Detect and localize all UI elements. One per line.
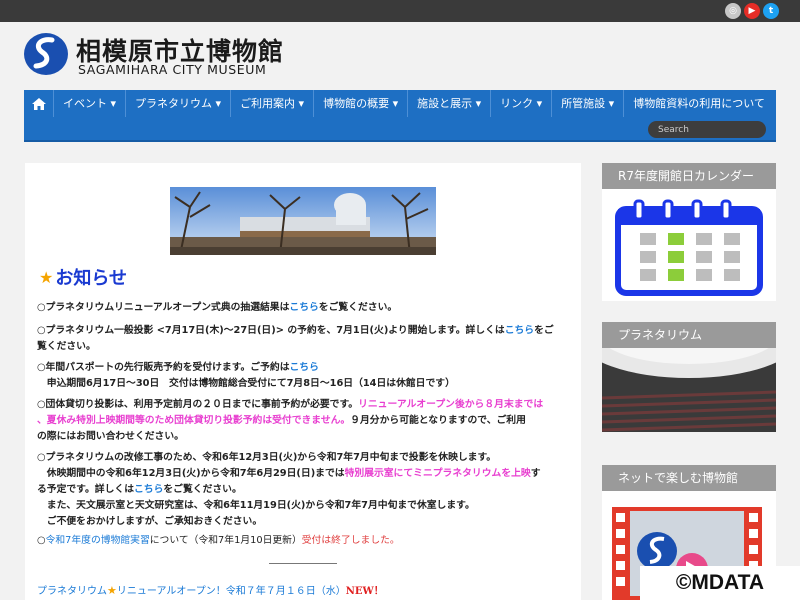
new-badge: NEW！ (345, 586, 384, 597)
news-item-reservation: ○プラネタリウム一般投影 <7月17日(木)～27日(日)> の予約を、7月1日… (37, 323, 554, 339)
news-link[interactable]: こちら (290, 362, 319, 373)
news-item-astronomy-closure: また、天文展示室と天文研究室は、令和6年11月19日(火)から令和7年7月中旬ま… (37, 500, 475, 511)
nav-item-overview[interactable]: 博物館の概要 ▾ (314, 90, 409, 117)
news-item-group-end: の際にはお問い合わせください。 (37, 431, 184, 442)
star-icon: ★ (107, 584, 117, 597)
section-title-news: ★ お知らせ (39, 264, 127, 290)
main-nav: イベント ▾ プラネタリウム ▾ ご利用案内 ▾ 博物館の概要 ▾ 施設と展示 … (24, 90, 776, 142)
news-highlight: 、夏休み特別上映期間等のため (37, 415, 175, 426)
museum-logo-icon[interactable] (22, 32, 70, 76)
search-input[interactable] (648, 121, 766, 138)
nav-item-facilities[interactable]: 施設と展示 ▾ (408, 90, 492, 117)
news-item-ceremony: ○プラネタリウムリニューアルオープン式典の抽選結果はこちらをご覧ください。 (37, 300, 397, 316)
widget-title-calendar[interactable]: R7年度開館日カレンダー (602, 163, 776, 189)
site-title-en[interactable]: SAGAMIHARA CITY MUSEUM (78, 62, 266, 77)
news-item-internship: ○令和7年度の博物館実習について（令和7年1月10日更新）受付は終了しました。 (37, 533, 400, 549)
news-text: ９月分から可能となりますので、ご利用 (350, 415, 526, 426)
star-icon: ★ (39, 267, 54, 287)
news-item-renovation-link: る予定です。詳しくはこちらをご覧ください。 (37, 482, 242, 498)
news-item-reservation-cont: 覧ください。 (37, 341, 96, 352)
nav-item-events[interactable]: イベント ▾ (54, 90, 127, 117)
news-highlight: リニューアルオープン後から８月末までは (358, 399, 544, 410)
youtube-icon[interactable]: ▶ (744, 3, 760, 19)
section-title-text: お知らせ (55, 268, 127, 289)
news-text: ○ (37, 535, 46, 546)
news-text: をご (534, 325, 554, 336)
news-text: をご覧ください。 (163, 484, 242, 495)
home-icon[interactable] (24, 90, 54, 117)
news-item-renovation-mini: 休映期間中の令和6年12月3日(火)から令和7年6月29日(日)までは特別展示室… (37, 466, 541, 482)
widget-title-online[interactable]: ネットで楽しむ博物館 (602, 465, 776, 491)
twitter-icon[interactable]: t (763, 3, 779, 19)
widget-planetarium[interactable]: プラネタリウム (579, 298, 799, 432)
news-text: す (530, 468, 541, 479)
news-item-renovation: ○プラネタリウムの改修工事のため、令和6年12月3日(火)から令和7年7月中旬ま… (37, 452, 497, 463)
divider (269, 563, 337, 564)
news-item-group-cont: 、夏休み特別上映期間等のため団体貸切り投影予約は受付できません。９月分から可能と… (37, 413, 526, 429)
news-text: ○プラネタリウム一般投影 <7月17日(木)～27日(日)> の予約を、7月1日… (37, 325, 505, 336)
news-highlight: 団体貸切り投影予約は受付できません。 (174, 415, 351, 426)
news-planetarium-reopen[interactable]: プラネタリウム★リニューアルオープン！令和７年７月１６日（水）NEW！ (37, 582, 384, 597)
widget-title-planetarium[interactable]: プラネタリウム (602, 322, 776, 348)
main-content: ★ お知らせ ○プラネタリウムリニューアルオープン式典の抽選結果はこちらをご覧く… (25, 163, 581, 600)
news-item-apology: ご不便をおかけしますが、ご承知おきください。 (37, 516, 263, 527)
widget-calendar[interactable]: R7年度開館日カレンダー (602, 163, 776, 301)
top-bar: ◎ ▶ t (0, 0, 800, 22)
news-text: ○年間パスポートの先行販売予約を受付けます。ご予約は (37, 362, 290, 373)
nav-item-links[interactable]: リンク ▾ (491, 90, 553, 117)
news-item-passport-period: 申込期間6月17日～30日 交付は博物館総合受付にて7月8日～16日（14日は休… (37, 378, 455, 389)
nav-item-affiliated[interactable]: 所管施設 ▾ (552, 90, 625, 117)
news-link[interactable]: 令和7年度の博物館実習 (46, 535, 150, 546)
news-item-group: ○団体貸切り投影は、利用予定前月の２０日までに事前予約が必要です。リニューアルオ… (37, 397, 543, 413)
news-highlight: 特別展示室にてミニプラネタリウムを上映 (344, 468, 531, 479)
watermark-text: ©MDATA (640, 566, 800, 600)
news-link[interactable]: こちら (134, 484, 163, 495)
nav-item-materials[interactable]: 博物館資料の利用について (624, 90, 774, 117)
calendar-icon[interactable] (602, 189, 776, 301)
widget-body (579, 298, 799, 432)
news-item-passport: ○年間パスポートの先行販売予約を受付けます。ご予約はこちら (37, 360, 319, 376)
news-text: 休映期間中の令和6年12月3日(火)から令和7年6月29日(日)までは (37, 468, 345, 479)
news-text: について（令和7年1月10日更新） (149, 535, 302, 546)
news-text: プラネタリウム (37, 586, 107, 597)
news-text: ○プラネタリウムリニューアルオープン式典の抽選結果は (37, 302, 290, 313)
widget-body (602, 189, 776, 301)
news-text: をご覧ください。 (318, 302, 398, 313)
news-text: る予定です。詳しくは (37, 484, 134, 495)
news-link[interactable]: こちら (289, 302, 318, 313)
news-link[interactable]: こちら (505, 325, 534, 336)
news-text: リニューアルオープン！令和７年７月１６日（水） (116, 586, 346, 597)
instagram-icon[interactable]: ◎ (725, 3, 741, 19)
nav-item-guide[interactable]: ご利用案内 ▾ (231, 90, 315, 117)
museum-building-photo (170, 187, 436, 255)
news-text: ○団体貸切り投影は、利用予定前月の２０日までに事前予約が必要です。 (37, 399, 359, 410)
nav-item-planetarium[interactable]: プラネタリウム ▾ (126, 90, 232, 117)
news-closed-notice: 受付は終了しました。 (301, 535, 400, 546)
planetarium-photo[interactable] (579, 298, 799, 432)
